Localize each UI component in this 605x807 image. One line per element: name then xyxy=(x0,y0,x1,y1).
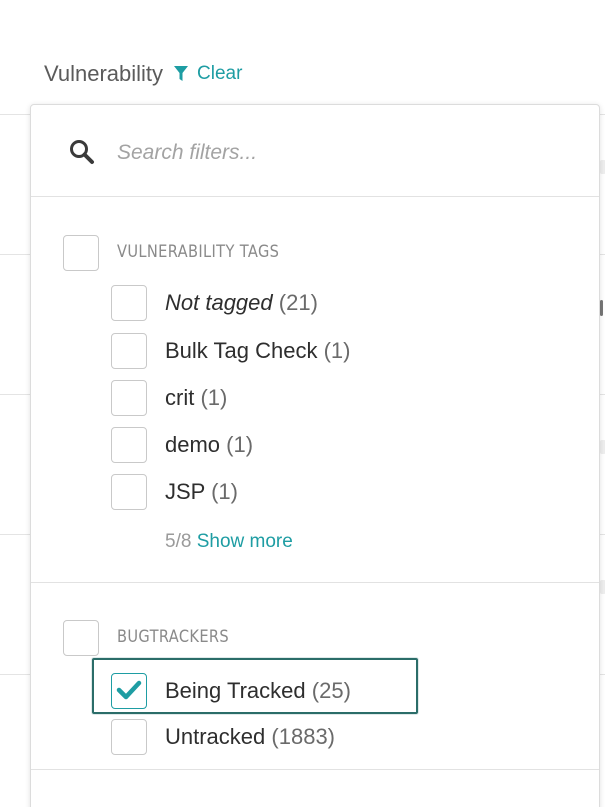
selected-item-highlight xyxy=(92,658,418,714)
group-checkbox-vulnerability-tags[interactable] xyxy=(63,235,99,271)
search-input[interactable] xyxy=(117,133,557,173)
item-label: crit xyxy=(165,385,195,410)
search-icon xyxy=(69,139,95,170)
table-cell-fragment xyxy=(600,580,605,594)
filter-item-crit[interactable]: crit (1) xyxy=(165,385,227,411)
table-cell-fragment xyxy=(600,300,603,316)
group-divider xyxy=(31,769,599,770)
filter-item-demo[interactable]: demo (1) xyxy=(165,432,253,458)
item-count: (1883) xyxy=(271,724,335,749)
checkbox-untracked[interactable] xyxy=(111,719,147,755)
filter-item-untracked[interactable]: Untracked (1883) xyxy=(165,724,335,750)
group-label-vulnerability-tags: VULNERABILITY TAGS xyxy=(117,242,280,262)
filter-item-jsp[interactable]: JSP (1) xyxy=(165,479,238,505)
item-label: Not tagged xyxy=(165,290,273,315)
show-more-row: 5/8 Show more xyxy=(165,531,293,553)
group-label-bugtrackers: BUGTRACKERS xyxy=(117,627,230,647)
checkbox-bulk-tag-check[interactable] xyxy=(111,333,147,369)
show-more-link[interactable]: Show more xyxy=(197,531,293,552)
filter-item-not-tagged[interactable]: Not tagged (21) xyxy=(165,290,318,316)
table-cell-fragment xyxy=(600,440,605,454)
filter-icon[interactable] xyxy=(173,65,189,83)
item-count: (21) xyxy=(278,290,318,315)
item-label: demo xyxy=(165,432,221,457)
item-label: Bulk Tag Check xyxy=(165,338,318,363)
group-divider xyxy=(31,582,599,583)
item-count: (1) xyxy=(200,385,228,410)
item-count: (1) xyxy=(323,338,351,363)
group-checkbox-bugtrackers[interactable] xyxy=(63,620,99,656)
item-count: (1) xyxy=(211,479,238,504)
search-row xyxy=(31,105,599,197)
shown-count: 5/8 xyxy=(165,531,192,552)
checkbox-demo[interactable] xyxy=(111,427,147,463)
checkbox-not-tagged[interactable] xyxy=(111,285,147,321)
checkbox-jsp[interactable] xyxy=(111,474,147,510)
item-label: Untracked xyxy=(165,724,266,749)
item-count: (1) xyxy=(226,432,254,457)
item-label: JSP xyxy=(165,479,205,504)
clear-filter-link[interactable]: Clear xyxy=(197,63,242,85)
filter-item-bulk-tag-check[interactable]: Bulk Tag Check (1) xyxy=(165,338,350,364)
column-title[interactable]: Vulnerability xyxy=(44,61,163,87)
column-header: Vulnerability Clear xyxy=(44,56,242,92)
checkbox-crit[interactable] xyxy=(111,380,147,416)
table-cell-fragment xyxy=(600,160,605,174)
